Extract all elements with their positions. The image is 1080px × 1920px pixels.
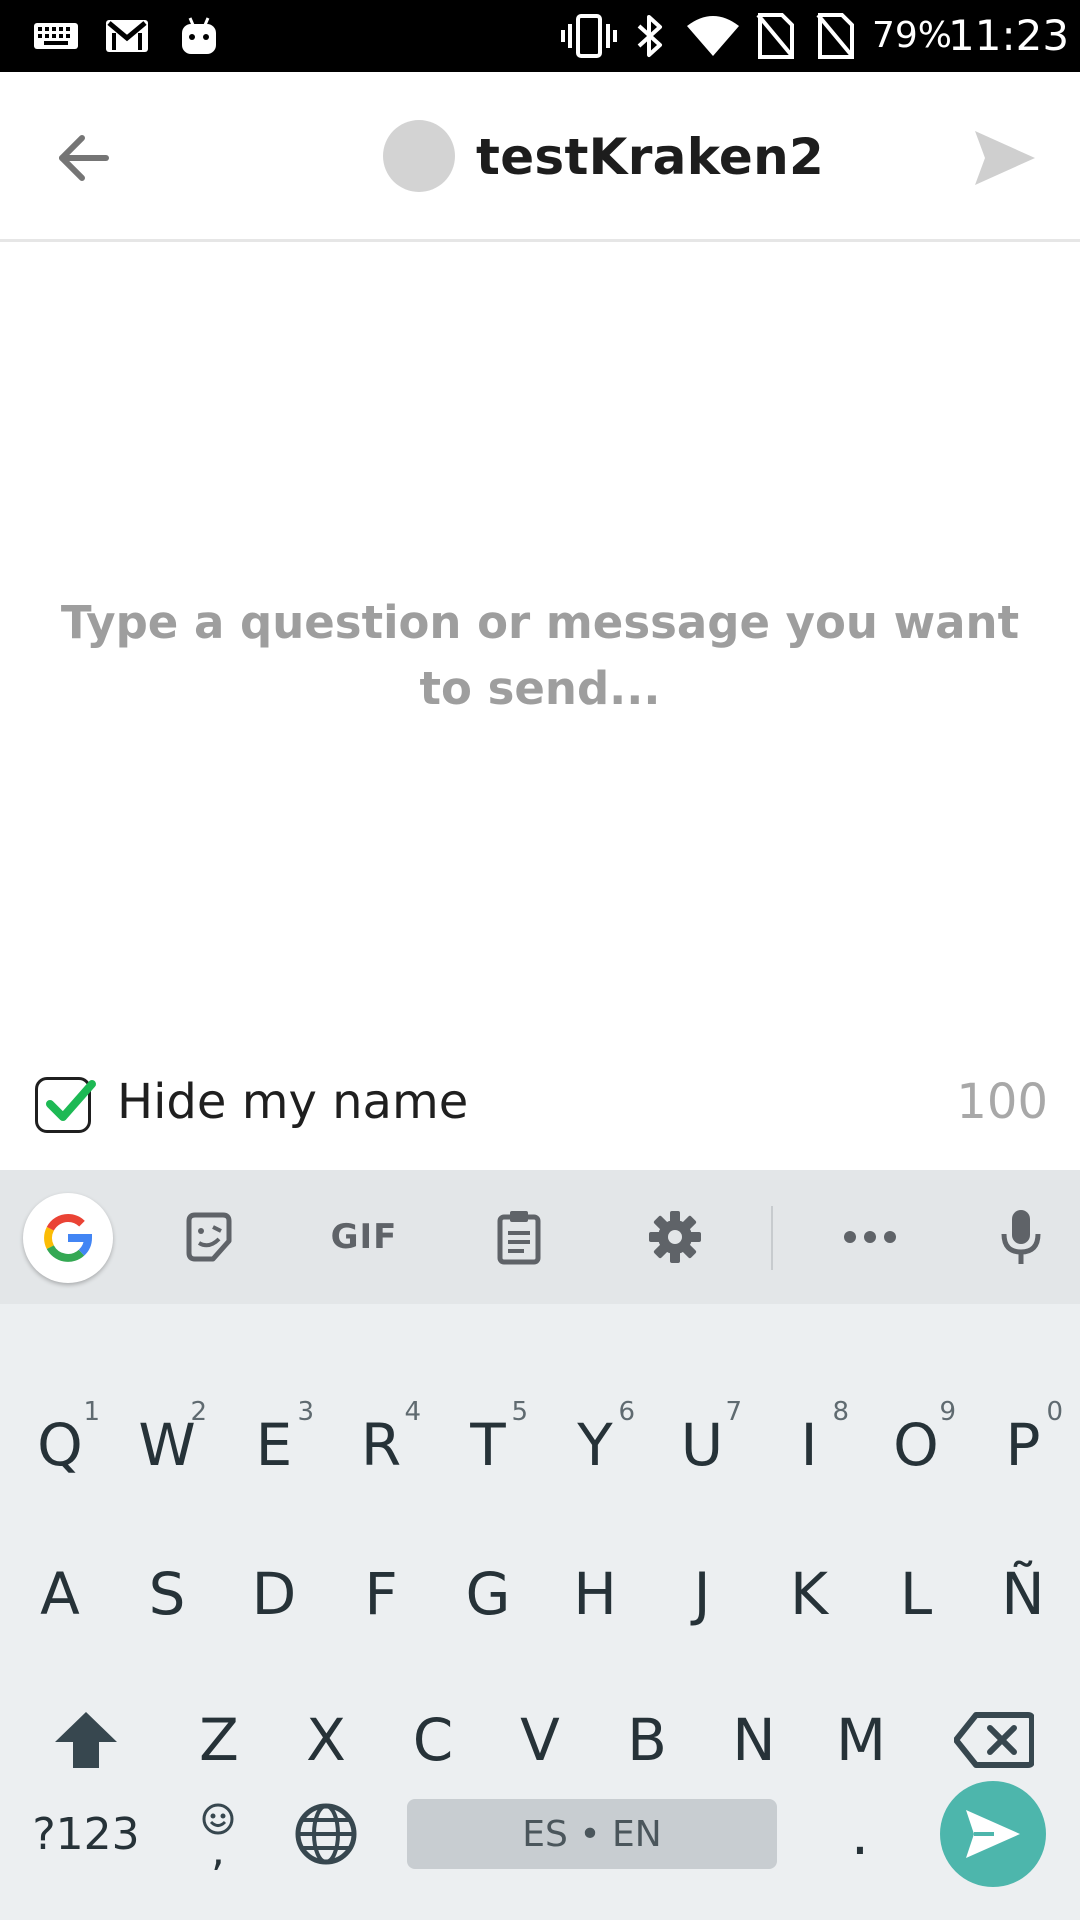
key-h[interactable]: H <box>541 1534 649 1654</box>
key-label: W <box>138 1411 196 1479</box>
shift-icon <box>55 1712 117 1768</box>
key-number-hint: 6 <box>618 1397 635 1427</box>
key-label: O <box>893 1411 939 1479</box>
key-number-hint: 8 <box>832 1397 849 1427</box>
no-sim-icon <box>812 0 858 72</box>
key-i[interactable]: I8 <box>755 1385 863 1505</box>
sticker-button[interactable] <box>168 1192 250 1282</box>
key-r[interactable]: R4 <box>327 1385 435 1505</box>
key-s[interactable]: S <box>113 1534 221 1654</box>
google-search-button[interactable] <box>23 1193 113 1283</box>
key-g[interactable]: G <box>434 1534 542 1654</box>
key-label: I <box>800 1411 818 1479</box>
back-button[interactable] <box>40 115 126 201</box>
key-f[interactable]: F <box>327 1534 435 1654</box>
key-a[interactable]: A <box>6 1534 114 1654</box>
key-u[interactable]: U7 <box>648 1385 756 1505</box>
key-number-hint: 9 <box>939 1397 956 1427</box>
key-k[interactable]: K <box>755 1534 863 1654</box>
mic-icon <box>1001 1210 1041 1264</box>
more-icon <box>844 1231 896 1243</box>
clock: 11:23 <box>948 11 1070 60</box>
key-d[interactable]: D <box>220 1534 328 1654</box>
android-icon <box>172 0 226 72</box>
hide-name-checkbox[interactable] <box>35 1077 96 1133</box>
key-label: E <box>255 1411 293 1479</box>
key-b[interactable]: B <box>593 1680 701 1800</box>
keyboard-icon <box>24 0 88 72</box>
key-number-hint: 2 <box>190 1397 207 1427</box>
hide-name-label: Hide my name <box>117 1074 469 1130</box>
key-j[interactable]: J <box>648 1534 756 1654</box>
recipient-name: testKraken2 <box>476 128 825 186</box>
key-number-hint: 4 <box>404 1397 421 1427</box>
app-bar: testKraken2 <box>0 72 1080 242</box>
hide-name-row[interactable]: Hide my name 100 <box>0 1060 1080 1156</box>
key-e[interactable]: E3 <box>220 1385 328 1505</box>
key-n[interactable]: N <box>700 1680 808 1800</box>
sticker-icon <box>186 1212 232 1262</box>
key-z[interactable]: Z <box>165 1680 273 1800</box>
key-t[interactable]: T5 <box>434 1385 542 1505</box>
key-p[interactable]: P0 <box>969 1385 1077 1505</box>
clipboard-button[interactable] <box>478 1192 560 1282</box>
send-button[interactable] <box>960 115 1050 201</box>
gif-icon: GIF <box>330 1217 398 1257</box>
key-label: Y <box>577 1411 613 1479</box>
send-icon <box>975 131 1035 185</box>
enter-send-key[interactable] <box>940 1781 1046 1887</box>
more-button[interactable] <box>829 1192 911 1282</box>
key-label: R <box>360 1411 402 1479</box>
key-number-hint: 1 <box>83 1397 100 1427</box>
symbols-key[interactable]: ?123 <box>32 1774 140 1894</box>
recipient-avatar <box>383 120 455 192</box>
key-y[interactable]: Y6 <box>541 1385 649 1505</box>
send-icon <box>966 1810 1020 1858</box>
wifi-icon <box>683 0 743 72</box>
backspace-icon <box>954 1712 1034 1768</box>
clipboard-icon <box>497 1211 541 1265</box>
key-c[interactable]: C <box>379 1680 487 1800</box>
key-w[interactable]: W2 <box>113 1385 221 1505</box>
google-icon <box>44 1213 93 1262</box>
key-q[interactable]: Q1 <box>6 1385 114 1505</box>
keyboard: GIF ?123 , ES • EN . Q 1 W 2 E 3 R 4 T 5… <box>0 1170 1080 1920</box>
key-number-hint: 3 <box>297 1397 314 1427</box>
key-label: T <box>470 1411 506 1479</box>
toolbar-divider <box>771 1206 773 1270</box>
key-v[interactable]: V <box>486 1680 594 1800</box>
globe-icon <box>295 1803 357 1865</box>
gmail-icon <box>100 0 154 72</box>
key-number-hint: 0 <box>1046 1397 1063 1427</box>
voice-input-button[interactable] <box>980 1192 1062 1282</box>
key-label: Q <box>37 1411 83 1479</box>
checkmark-icon <box>46 1080 96 1121</box>
settings-button[interactable] <box>634 1192 716 1282</box>
battery-level: 79% <box>872 15 953 56</box>
key-label: P <box>1005 1411 1041 1479</box>
status-bar: 79% 11:23 <box>0 0 1080 72</box>
key-x[interactable]: X <box>272 1680 380 1800</box>
vibrate-icon <box>560 0 618 72</box>
arrow-left-icon <box>59 135 109 181</box>
character-counter: 100 <box>956 1074 1048 1130</box>
space-key[interactable]: ES • EN <box>407 1799 777 1869</box>
no-sim-icon <box>752 0 798 72</box>
comma-label: , <box>211 1825 225 1876</box>
key-label: U <box>680 1411 724 1479</box>
key-number-hint: 5 <box>511 1397 528 1427</box>
key-o[interactable]: O9 <box>862 1385 970 1505</box>
message-input[interactable]: Type a question or message you want to s… <box>60 590 1020 722</box>
key-n-tilde[interactable]: Ñ <box>969 1534 1077 1654</box>
keyboard-toolbar: GIF <box>0 1170 1080 1304</box>
settings-icon <box>649 1211 701 1263</box>
key-l[interactable]: L <box>862 1534 970 1654</box>
gif-button[interactable]: GIF <box>316 1192 412 1282</box>
key-number-hint: 7 <box>725 1397 742 1427</box>
bluetooth-icon <box>628 0 672 72</box>
key-m[interactable]: M <box>807 1680 915 1800</box>
